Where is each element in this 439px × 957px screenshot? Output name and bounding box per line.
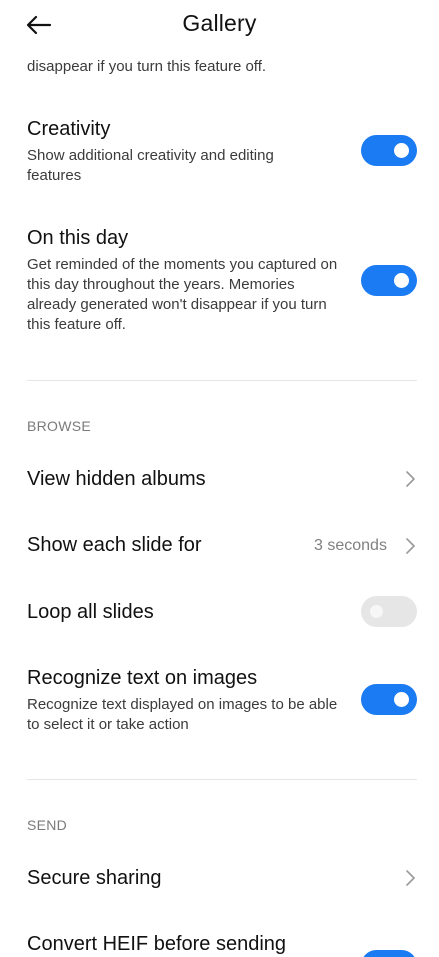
slide-duration-value: 3 seconds [314,537,387,554]
page-title: Gallery [182,10,257,36]
convert-heif-title: Convert HEIF before sending [27,933,287,955]
chevron-right-icon [406,538,415,554]
creativity-description: Show additional creativity and editing f… [27,147,274,184]
loop-all-slides-title: Loop all slides [27,601,154,623]
toggle-knob [394,692,409,707]
view-hidden-albums-title: View hidden albums [27,468,206,490]
creativity-title: Creativity [27,118,111,140]
recognize-text-toggle[interactable] [361,684,417,715]
convert-heif-toggle[interactable] [361,950,417,957]
divider [27,380,417,381]
toggle-knob [394,143,409,158]
chevron-right-icon [406,471,415,487]
gallery-settings-screen: Gallery disappear if you turn this featu… [0,0,439,957]
browse-section-label: BROWSE [27,418,92,434]
header: Gallery [0,0,439,50]
secure-sharing-title: Secure sharing [27,867,162,889]
toggle-knob [394,273,409,288]
on-this-day-title: On this day [27,227,129,249]
chevron-right-icon [406,870,415,886]
recognize-text-title: Recognize text on images [27,667,258,689]
divider [27,779,417,780]
show-each-slide-title: Show each slide for [27,534,202,556]
send-section-label: SEND [27,817,68,833]
loop-all-slides-toggle[interactable] [361,596,417,627]
on-this-day-description: Get reminded of the moments you captured… [27,256,338,333]
on-this-day-toggle[interactable] [361,265,417,296]
previous-item-description-fragment: disappear if you turn this feature off. [27,58,267,75]
toggle-knob [370,605,383,618]
recognize-text-description: Recognize text displayed on images to be… [27,696,338,733]
creativity-toggle[interactable] [361,135,417,166]
